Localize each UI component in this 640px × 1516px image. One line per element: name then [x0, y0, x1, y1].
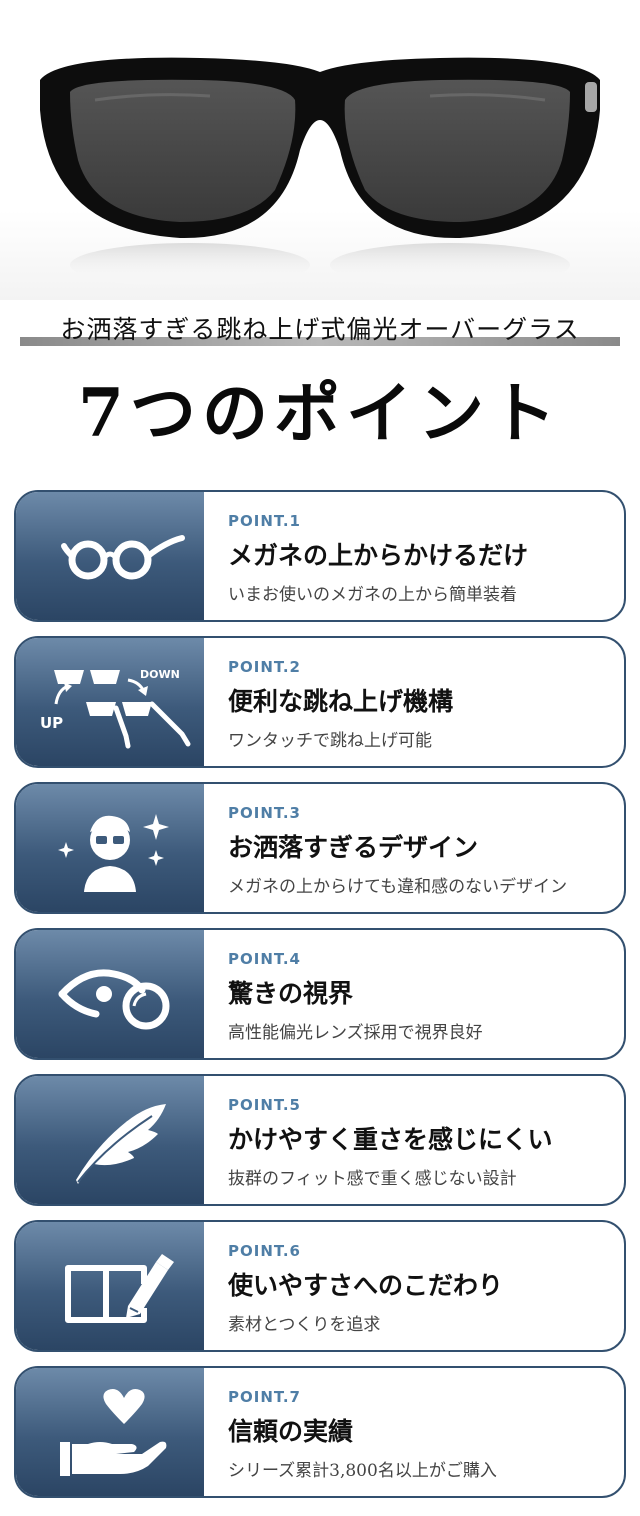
point-description: ワンタッチで跳ね上げ可能: [228, 731, 432, 751]
point-label: POINT.2: [228, 658, 301, 676]
point-card-7: POINT.7 信頼の実績 シリーズ累計3,800名以上がご購入: [14, 1366, 626, 1498]
point-description: シリーズ累計3,800名以上がご購入: [228, 1461, 497, 1481]
card-icon-panel: UP DOWN: [16, 638, 204, 766]
point-card-2: UP DOWN POINT.2 便利な跳ね上げ機構 ワンタッチで跳ね上げ可能: [14, 636, 626, 768]
point-title: 驚きの視界: [228, 979, 354, 1008]
point-title: お洒落すぎるデザイン: [228, 833, 479, 862]
subtitle-block: お洒落すぎる跳ね上げ式偏光オーバーグラス: [20, 308, 620, 350]
point-description: いまお使いのメガネの上から簡単装着: [228, 585, 517, 605]
feather-icon: [76, 1104, 166, 1184]
point-label: POINT.4: [228, 950, 301, 968]
point-description: 抜群のフィット感で重く感じない設計: [228, 1169, 517, 1189]
point-title: メガネの上からかけるだけ: [228, 541, 529, 570]
point-card-1: POINT.1 メガネの上からかけるだけ いまお使いのメガネの上から簡単装着: [14, 490, 626, 622]
down-label: DOWN: [140, 668, 180, 681]
up-label: UP: [40, 714, 63, 732]
glasses-icon: [61, 535, 185, 580]
point-card-4: POINT.4 驚きの視界 高性能偏光レンズ採用で視界良好: [14, 928, 626, 1060]
point-description: メガネの上からけても違和感のないデザイン: [228, 877, 568, 897]
point-title: 使いやすさへのこだわり: [228, 1271, 504, 1300]
point-label: POINT.1: [228, 512, 301, 530]
point-card-5: POINT.5 かけやすく重さを感じにくい 抜群のフィット感で重く感じない設計: [14, 1074, 626, 1206]
point-card-6: POINT.6 使いやすさへのこだわり 素材とつくりを追求: [14, 1220, 626, 1352]
point-description: 素材とつくりを追求: [228, 1315, 381, 1335]
point-label: POINT.7: [228, 1388, 301, 1406]
card-icon-panel: [16, 1368, 204, 1496]
book-pen-icon: [65, 1254, 174, 1323]
sunglasses-image: [40, 57, 600, 287]
point-title: かけやすく重さを感じにくい: [228, 1125, 553, 1154]
flip-up-icon: UP DOWN: [40, 668, 191, 749]
point-label: POINT.3: [228, 804, 301, 822]
eye-lens-icon: [58, 969, 170, 1030]
point-label: POINT.6: [228, 1242, 301, 1260]
point-title: 便利な跳ね上げ機構: [228, 687, 454, 716]
card-icon-panel: [16, 930, 204, 1058]
card-icon-panel: [16, 1222, 204, 1350]
hero-image: [0, 0, 640, 300]
point-description: 高性能偏光レンズ採用で視界良好: [228, 1023, 483, 1043]
point-label: POINT.5: [228, 1096, 301, 1114]
card-icon-panel: [16, 492, 204, 620]
point-card-3: POINT.3 お洒落すぎるデザイン メガネの上からけても違和感のないデザイン: [14, 782, 626, 914]
stylish-person-icon: [58, 814, 169, 892]
card-icon-panel: [16, 1076, 204, 1204]
heart-hand-icon: [60, 1389, 167, 1476]
page-title: 7つのポイント: [78, 374, 562, 452]
subtitle: お洒落すぎる跳ね上げ式偏光オーバーグラス: [60, 315, 580, 344]
card-icon-panel: [16, 784, 204, 912]
point-title: 信頼の実績: [228, 1417, 354, 1446]
